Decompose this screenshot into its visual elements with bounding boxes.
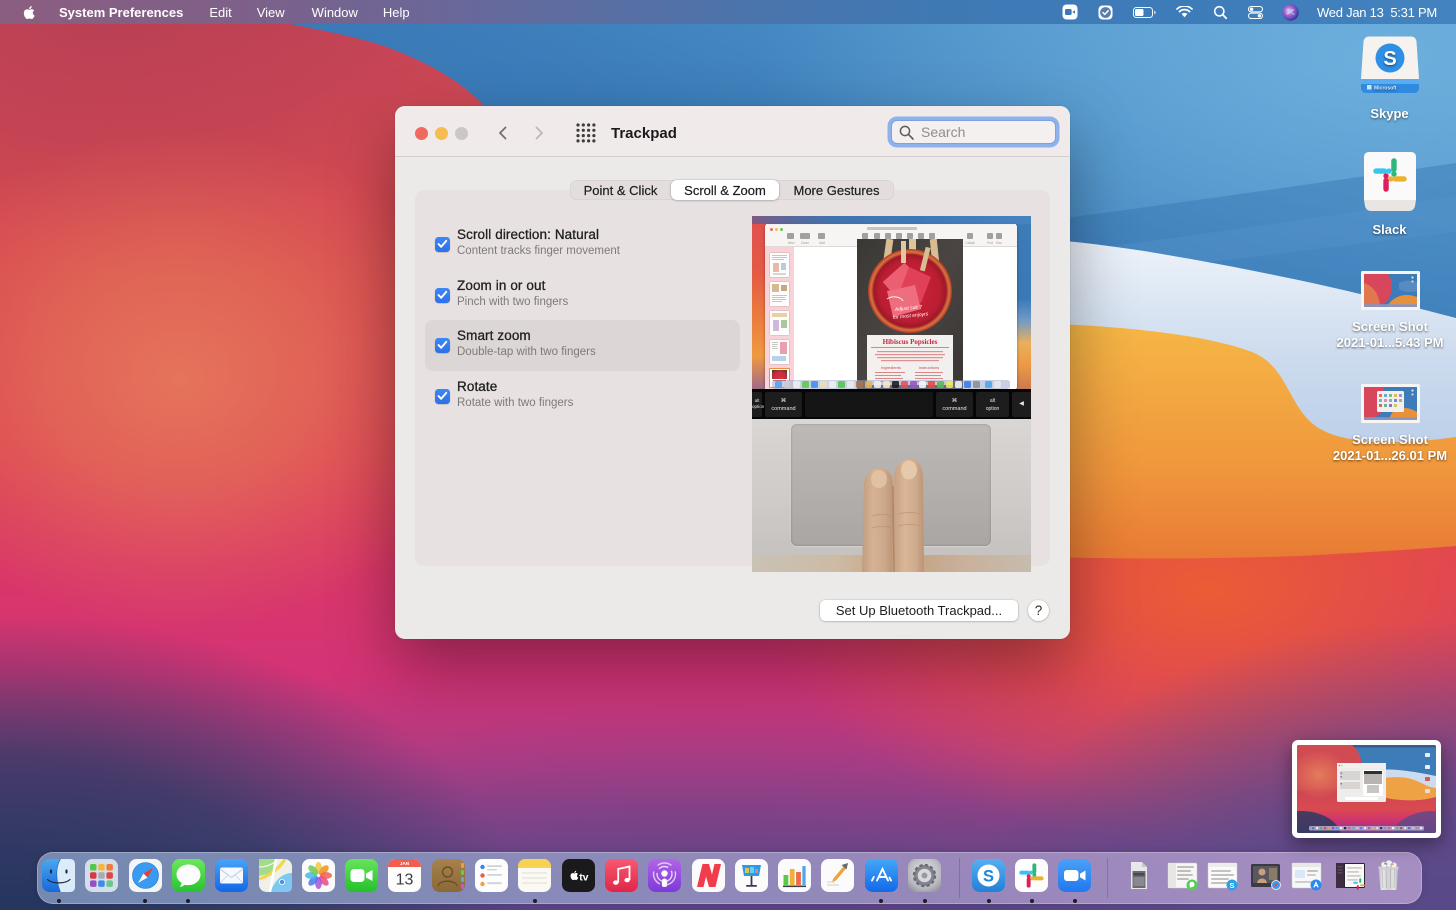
svg-text:S: S	[1229, 881, 1234, 890]
svg-text:Collab: Collab	[965, 241, 974, 245]
svg-text:Hibiscus Popsicles: Hibiscus Popsicles	[883, 338, 938, 346]
svg-text:Ingredients: Ingredients	[881, 365, 901, 370]
svg-text:Fmt: Fmt	[987, 241, 993, 245]
svg-text:JAN: JAN	[400, 861, 410, 866]
svg-text:S: S	[1383, 48, 1396, 70]
svg-text:Microsoft: Microsoft	[1374, 86, 1397, 92]
svg-text:Instructions: Instructions	[919, 365, 939, 370]
svg-text:Doc: Doc	[996, 241, 1002, 245]
svg-text:Zoom: Zoom	[801, 241, 809, 245]
svg-text:S: S	[983, 868, 994, 886]
svg-text:View: View	[788, 241, 796, 245]
svg-text:tv: tv	[579, 871, 588, 883]
svg-text:Add: Add	[819, 241, 825, 245]
svg-text:13: 13	[396, 872, 414, 889]
